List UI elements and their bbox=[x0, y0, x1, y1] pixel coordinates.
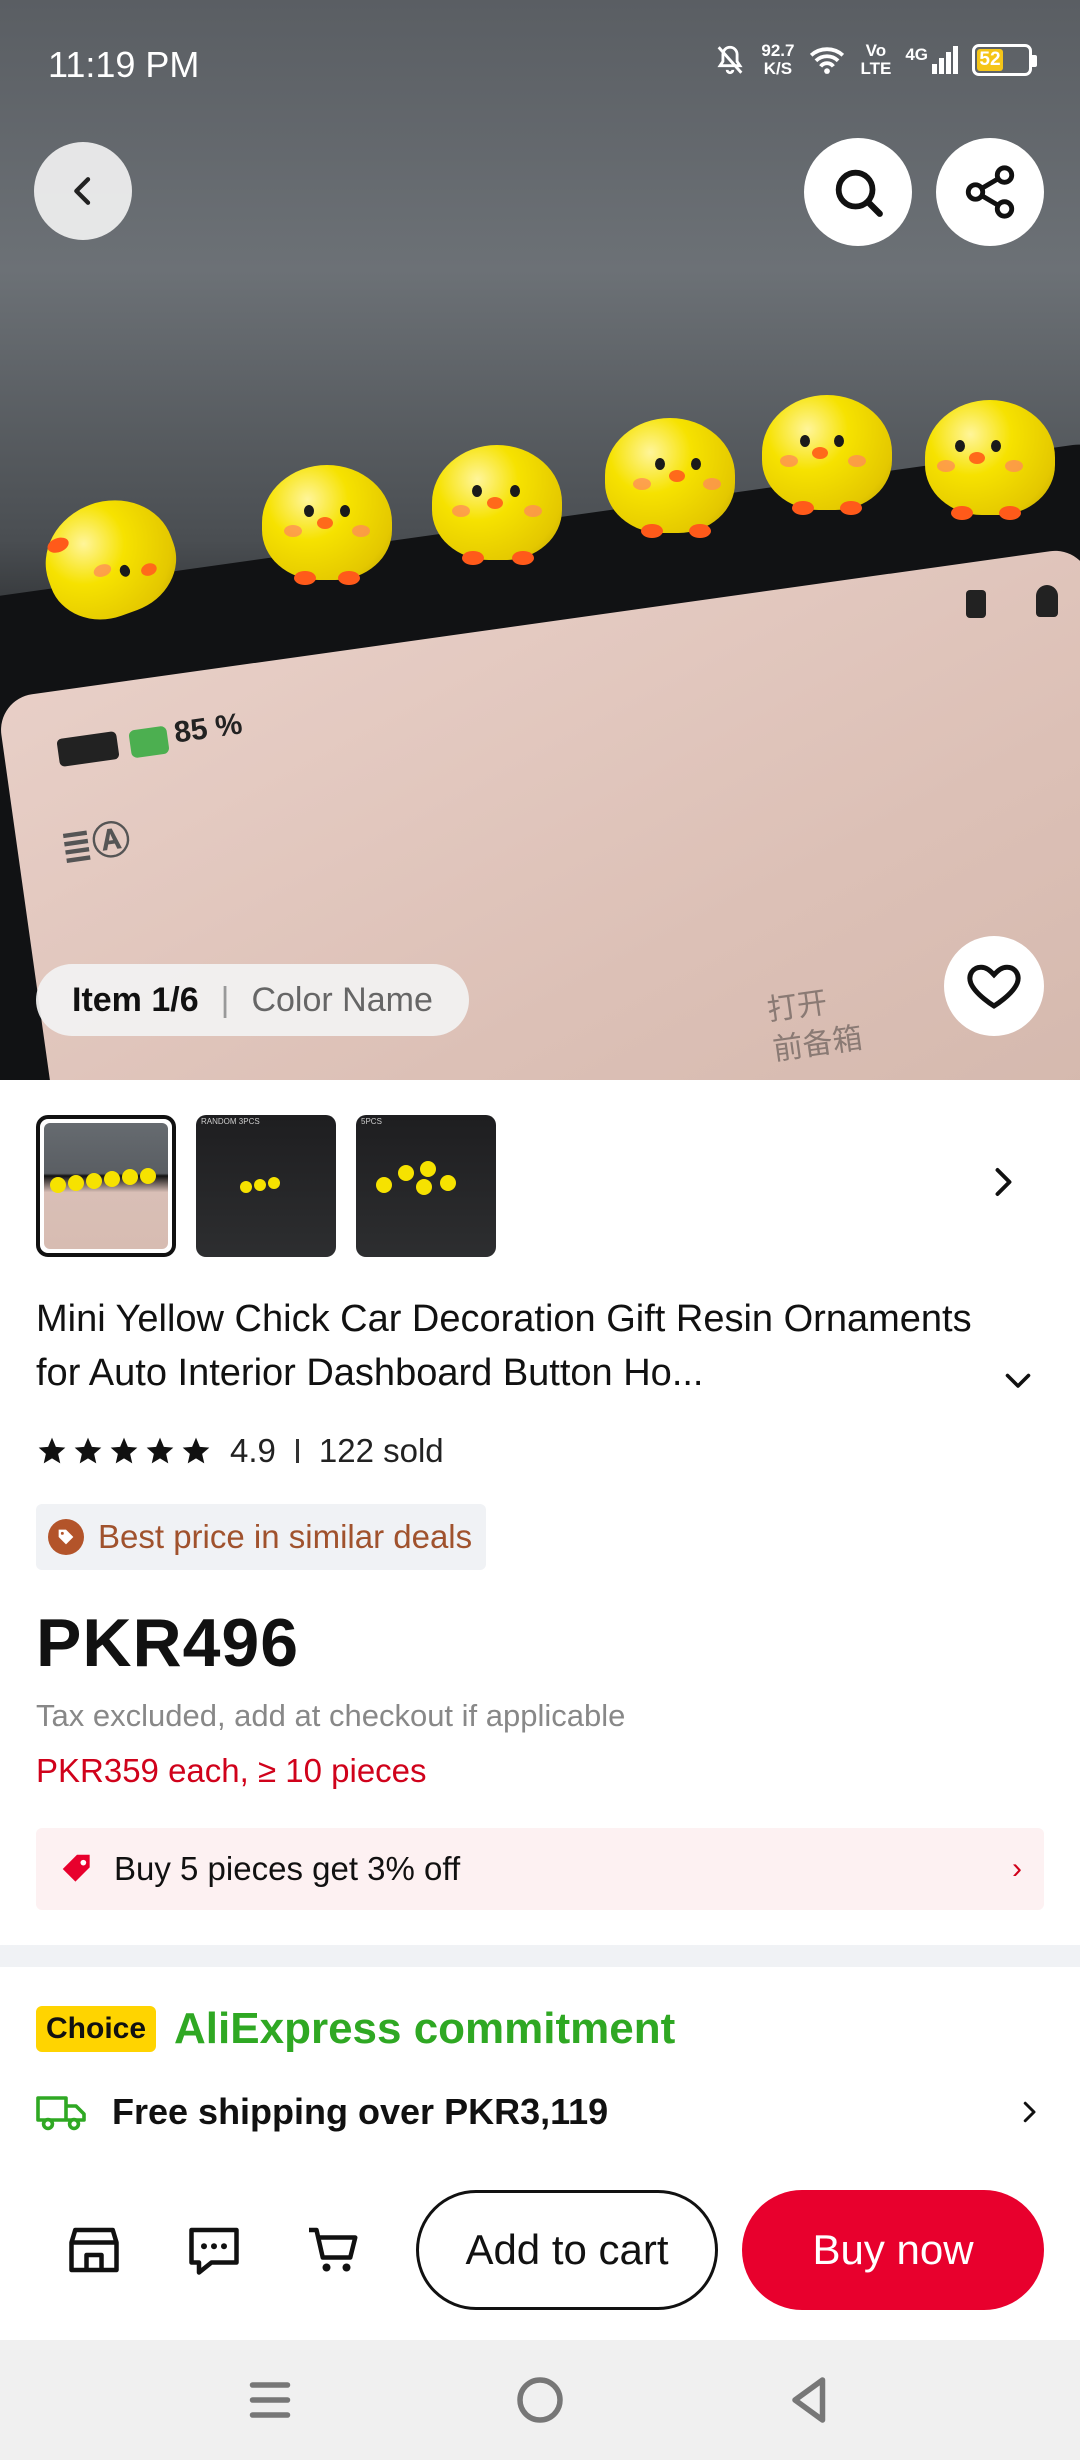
best-price-badge: Best price in similar deals bbox=[36, 1504, 487, 1570]
star-icon bbox=[38, 1437, 66, 1464]
star-icon bbox=[182, 1437, 210, 1464]
thumbnails-next-button[interactable] bbox=[978, 1158, 1026, 1206]
add-to-cart-button[interactable]: Add to cart bbox=[416, 2190, 718, 2310]
shipping-text: Free shipping over PKR3,119 bbox=[112, 2091, 609, 2132]
star-rating bbox=[36, 1435, 212, 1467]
search-icon bbox=[835, 169, 883, 217]
title-expand-button[interactable] bbox=[1000, 1362, 1040, 1402]
star-icon bbox=[146, 1437, 174, 1464]
product-image[interactable]: 85 % ≣Ⓐ 打开 前备箱 11:19 PM 92.7 K/S Vo LTE 4G bbox=[0, 0, 1080, 1080]
thumbnail-strip: RANDOM 3PCS 5PCS bbox=[36, 1115, 496, 1257]
chevron-right-icon bbox=[995, 1168, 1012, 1196]
mute-bell-icon bbox=[717, 45, 743, 75]
rating-divider bbox=[295, 1439, 299, 1463]
battery-icon: 52 bbox=[972, 44, 1037, 76]
chevron-down-icon bbox=[1005, 1373, 1031, 1388]
rating-row[interactable]: 4.9 122 sold bbox=[36, 1432, 444, 1470]
signal-icon: 4G bbox=[905, 46, 958, 74]
bulk-price: PKR359 each, ≥ 10 pieces bbox=[36, 1752, 427, 1789]
chevron-right-icon bbox=[1023, 2101, 1036, 2123]
color-name-label: Color Name bbox=[251, 980, 433, 1019]
product-title[interactable]: Mini Yellow Chick Car Decoration Gift Re… bbox=[36, 1292, 1026, 1400]
product-price: PKR496 bbox=[36, 1605, 300, 1681]
promo-text: Buy 5 pieces get 3% off bbox=[114, 1850, 461, 1887]
search-button[interactable] bbox=[804, 138, 912, 246]
chick-figurine bbox=[262, 445, 402, 585]
wishlist-button[interactable] bbox=[944, 936, 1044, 1036]
shipping-row[interactable]: Free shipping over PKR3,119 bbox=[36, 2090, 1044, 2134]
screen-charge-graphic bbox=[128, 725, 170, 759]
commitment-title: AliExpress commitment bbox=[174, 2004, 676, 2053]
home-icon[interactable] bbox=[510, 2370, 570, 2430]
heart-icon bbox=[967, 964, 1021, 1009]
screen-user-icon bbox=[1036, 585, 1058, 617]
back-button[interactable] bbox=[34, 142, 132, 240]
coupon-tag-icon bbox=[62, 1854, 90, 1882]
thumbnail[interactable] bbox=[36, 1115, 176, 1257]
choice-badge: Choice bbox=[36, 2006, 157, 2052]
back-icon bbox=[74, 177, 91, 205]
section-divider bbox=[0, 1945, 1080, 1967]
thumbnail[interactable]: RANDOM 3PCS bbox=[196, 1115, 336, 1257]
screen-lock-icon bbox=[966, 590, 986, 618]
volte-label: Vo LTE bbox=[860, 41, 892, 78]
best-price-label: Best price in similar deals bbox=[98, 1518, 473, 1555]
headlamp-icon: ≣Ⓐ bbox=[58, 818, 134, 870]
buy-now-button[interactable]: Buy now bbox=[742, 2190, 1044, 2310]
thumbnail[interactable]: 5PCS bbox=[356, 1115, 496, 1257]
truck-icon bbox=[36, 2096, 86, 2131]
chick-figurine bbox=[762, 375, 902, 515]
store-icon[interactable] bbox=[64, 2220, 124, 2280]
star-icon bbox=[74, 1437, 102, 1464]
share-icon bbox=[965, 165, 1015, 219]
price-tag-icon bbox=[48, 1519, 84, 1555]
chat-icon[interactable] bbox=[184, 2220, 244, 2280]
rating-value: 4.9 bbox=[230, 1432, 276, 1469]
chick-figurine bbox=[605, 398, 745, 538]
wifi-icon bbox=[810, 47, 845, 74]
sold-count: 122 sold bbox=[318, 1432, 444, 1469]
net-speed: 92.7 K/S bbox=[761, 41, 795, 78]
tax-note: Tax excluded, add at checkout if applica… bbox=[36, 1698, 626, 1733]
cart-icon[interactable] bbox=[304, 2220, 364, 2280]
screen-cn-text: 打开 前备箱 bbox=[765, 985, 865, 1068]
status-bar: 11:19 PM 92.7 K/S Vo LTE 4G 52 bbox=[0, 0, 1080, 130]
image-index-pill[interactable]: Item 1/6 | Color Name bbox=[36, 964, 469, 1036]
share-button[interactable] bbox=[936, 138, 1044, 246]
chevron-right-icon: › bbox=[1012, 1852, 1022, 1885]
status-time: 11:19 PM bbox=[48, 44, 200, 85]
commitment-header: Choice AliExpress commitment bbox=[36, 2004, 675, 2054]
star-icon bbox=[110, 1437, 138, 1464]
pill-separator: | bbox=[220, 980, 230, 1019]
chick-figurine bbox=[925, 380, 1065, 520]
back-triangle-icon[interactable] bbox=[780, 2370, 840, 2430]
chick-figurine bbox=[432, 425, 572, 565]
promo-banner[interactable]: Buy 5 pieces get 3% off › bbox=[36, 1828, 1044, 1910]
status-icons: 92.7 K/S Vo LTE 4G 52 bbox=[713, 41, 1037, 78]
image-index: Item 1/6 bbox=[72, 980, 199, 1019]
menu-icon[interactable] bbox=[240, 2370, 300, 2430]
